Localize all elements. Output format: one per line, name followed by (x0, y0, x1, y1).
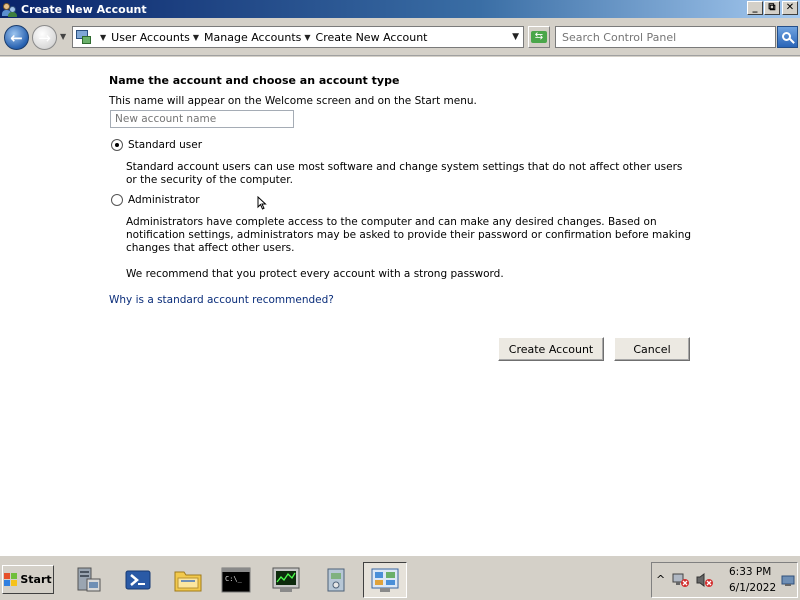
show-hidden-icons-chevron[interactable]: ^ (656, 573, 665, 586)
create-account-button[interactable]: Create Account (498, 337, 604, 361)
control-panel-icon (371, 568, 399, 592)
standard-account-help-link[interactable]: Why is a standard account recommended? (109, 294, 334, 306)
breadcrumb-arrow-icon[interactable]: ▼ (100, 33, 106, 42)
restore-icon: ⧉ (768, 2, 776, 13)
breadcrumb-manage-accounts[interactable]: Manage Accounts (204, 31, 301, 44)
powershell-icon (125, 570, 151, 590)
administrator-description: Administrators have complete access to t… (126, 216, 692, 254)
breadcrumb: ▼ User Accounts ▼ Manage Accounts ▼ Crea… (97, 31, 427, 44)
breadcrumb-user-accounts[interactable]: User Accounts (111, 31, 190, 44)
window-title: Create New Account (21, 2, 147, 16)
windows-logo-icon (4, 573, 18, 586)
close-button[interactable]: ✕ (782, 1, 798, 15)
svg-text:C:\_: C:\_ (225, 575, 243, 583)
command-prompt-taskbar-button[interactable]: C:\_ (214, 562, 258, 598)
server-manager-taskbar-button[interactable] (66, 562, 110, 598)
administrator-label[interactable]: Administrator (128, 194, 200, 206)
start-button[interactable]: Start (2, 565, 54, 594)
minimize-button[interactable]: _ (747, 1, 763, 15)
page-subtitle: This name will appear on the Welcome scr… (109, 95, 477, 107)
search-button[interactable] (777, 26, 798, 48)
taskbar: Start C:\_ ^ 6:33 PM 6/1/2022 (0, 555, 800, 600)
control-panel-icon (75, 28, 93, 46)
control-panel-taskbar-button[interactable] (363, 562, 407, 598)
forward-arrow-icon: → (38, 28, 51, 47)
minimize-icon: _ (752, 2, 758, 13)
breadcrumb-arrow-icon[interactable]: ▼ (193, 33, 199, 42)
folder-icon (174, 571, 202, 592)
powershell-taskbar-button[interactable] (116, 562, 160, 598)
administrator-radio[interactable] (111, 194, 123, 206)
standard-user-radio[interactable] (111, 139, 123, 151)
network-disconnected-icon[interactable] (672, 572, 690, 588)
start-label: Start (20, 573, 52, 586)
address-bar[interactable]: ▼ User Accounts ▼ Manage Accounts ▼ Crea… (72, 26, 524, 48)
navigation-bar: ← → ▼ ▼ User Accounts ▼ Manage Accounts … (0, 18, 800, 56)
task-manager-taskbar-button[interactable] (264, 562, 308, 598)
address-dropdown-icon[interactable]: ▼ (512, 32, 519, 42)
task-manager-icon (272, 567, 300, 592)
standard-user-description: Standard account users can use most soft… (126, 161, 683, 186)
standard-user-label[interactable]: Standard user (128, 139, 202, 151)
recent-pages-dropdown-icon[interactable]: ▼ (60, 32, 66, 41)
close-icon: ✕ (785, 2, 795, 13)
search-input[interactable] (555, 26, 776, 48)
back-arrow-icon: ← (10, 28, 23, 47)
volume-muted-icon[interactable] (696, 572, 714, 588)
command-prompt-icon: C:\_ (221, 567, 251, 593)
window-title-bar[interactable]: Create New Account _ ⧉ ✕ (0, 0, 800, 18)
page-heading: Name the account and choose an account t… (109, 74, 400, 87)
system-tray: ^ 6:33 PM 6/1/2022 (651, 562, 798, 598)
main-content: Name the account and choose an account t… (0, 57, 800, 555)
server-manager-icon (77, 567, 101, 592)
clock-time[interactable]: 6:33 PM (729, 566, 771, 578)
mouse-cursor-icon (257, 196, 267, 210)
install-tool-taskbar-button[interactable] (314, 562, 358, 598)
refresh-icon: ⇆ (531, 31, 547, 43)
password-recommendation: We recommend that you protect every acco… (126, 268, 504, 280)
forward-button[interactable]: → (32, 25, 57, 50)
breadcrumb-arrow-icon[interactable]: ▼ (304, 33, 310, 42)
back-button[interactable]: ← (4, 25, 29, 50)
clock-date[interactable]: 6/1/2022 (729, 582, 776, 594)
breadcrumb-create-new-account[interactable]: Create New Account (316, 31, 428, 44)
refresh-button[interactable]: ⇆ (528, 26, 550, 48)
cancel-button[interactable]: Cancel (614, 337, 690, 361)
installer-icon (327, 568, 345, 592)
user-accounts-icon (2, 1, 18, 17)
explorer-taskbar-button[interactable] (166, 562, 210, 598)
account-name-input[interactable] (110, 110, 294, 128)
restore-button[interactable]: ⧉ (764, 1, 780, 15)
show-desktop-icon[interactable] (781, 575, 795, 587)
